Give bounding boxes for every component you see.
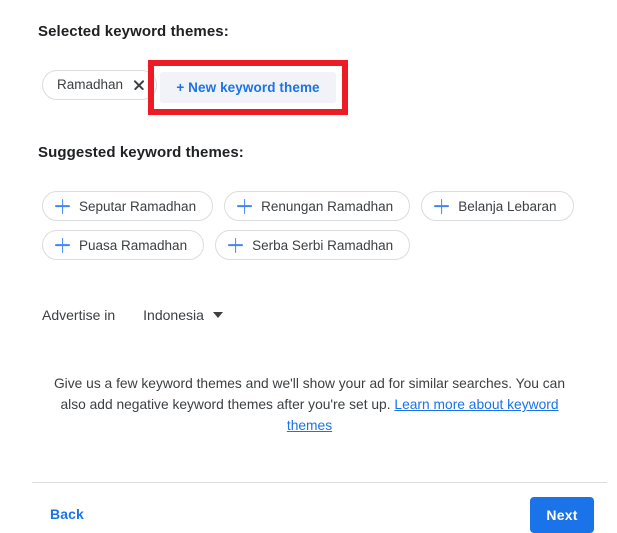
selected-keyword-themes-heading: Selected keyword themes: xyxy=(38,23,229,40)
plus-icon xyxy=(434,199,449,214)
footer-divider xyxy=(32,482,607,483)
suggested-chip-belanja-lebaran[interactable]: Belanja Lebaran xyxy=(421,191,574,221)
suggested-chip-puasa-ramadhan[interactable]: Puasa Ramadhan xyxy=(42,230,205,260)
advertise-in-row: Advertise in Indonesia xyxy=(42,307,223,323)
suggested-chip-label: Belanja Lebaran xyxy=(458,198,557,214)
suggested-keyword-themes-heading: Suggested keyword themes: xyxy=(38,144,244,161)
selected-chips-row: Ramadhan xyxy=(42,70,158,100)
suggested-chip-label: Puasa Ramadhan xyxy=(79,237,188,253)
help-text: Give us a few keyword themes and we'll s… xyxy=(42,373,577,436)
advertise-in-label: Advertise in xyxy=(42,307,116,323)
suggested-chip-label: Renungan Ramadhan xyxy=(261,198,394,214)
suggested-chips-row-1: Seputar Ramadhan Renungan Ramadhan Belan… xyxy=(42,191,587,221)
suggested-chips-row-2: Puasa Ramadhan Serba Serbi Ramadhan xyxy=(42,230,587,260)
suggested-chip-label: Serba Serbi Ramadhan xyxy=(252,237,394,253)
selected-chip-label: Ramadhan xyxy=(57,77,124,93)
suggested-chip-label: Seputar Ramadhan xyxy=(79,198,197,214)
suggested-chip-renungan-ramadhan[interactable]: Renungan Ramadhan xyxy=(224,191,411,221)
plus-icon xyxy=(55,238,70,253)
plus-icon xyxy=(237,199,252,214)
plus-icon xyxy=(228,238,243,253)
plus-icon xyxy=(55,199,70,214)
country-dropdown-value: Indonesia xyxy=(143,307,204,323)
suggested-chips-container: Seputar Ramadhan Renungan Ramadhan Belan… xyxy=(42,191,587,269)
suggested-chip-serba-serbi-ramadhan[interactable]: Serba Serbi Ramadhan xyxy=(215,230,411,260)
new-keyword-theme-button[interactable]: + New keyword theme xyxy=(160,72,336,103)
close-icon[interactable] xyxy=(132,78,146,92)
keyword-themes-page: Selected keyword themes: Ramadhan + New … xyxy=(0,0,617,533)
chevron-down-icon xyxy=(212,312,223,318)
selected-chip-ramadhan[interactable]: Ramadhan xyxy=(42,70,158,100)
next-button[interactable]: Next xyxy=(530,497,594,533)
country-dropdown[interactable]: Indonesia xyxy=(143,307,223,323)
suggested-chip-seputar-ramadhan[interactable]: Seputar Ramadhan xyxy=(42,191,214,221)
back-button[interactable]: Back xyxy=(50,506,84,522)
new-keyword-theme-highlight-region: + New keyword theme xyxy=(148,60,348,115)
